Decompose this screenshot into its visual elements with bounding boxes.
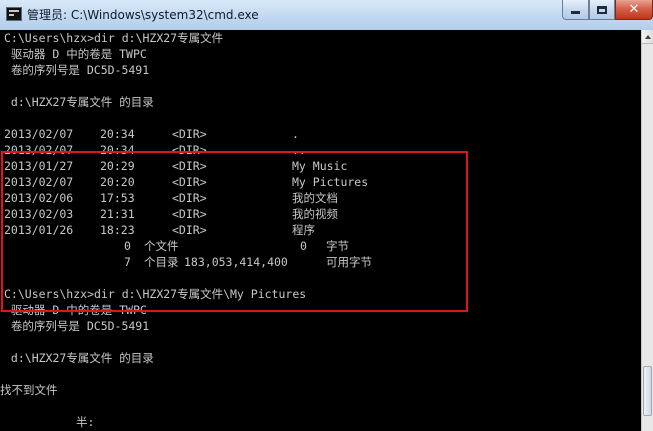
maximize-icon xyxy=(597,5,607,14)
entry-type: <DIR> xyxy=(172,127,207,141)
maximize-button[interactable] xyxy=(589,0,615,20)
entry-name: . xyxy=(292,127,299,141)
highlight-box xyxy=(1,151,468,312)
command-prompt-line: C:\Users\hzx>dir d:\HZX27专属文件 xyxy=(4,31,224,45)
minimize-button[interactable] xyxy=(562,0,589,20)
entry-date: 2013/02/07 xyxy=(4,127,74,141)
cmd-icon[interactable] xyxy=(6,7,22,21)
arrow-up-icon xyxy=(644,34,651,39)
console-output[interactable]: C:\Users\hzx>dir d:\HZX27专属文件 驱动器 D 中的卷是… xyxy=(0,30,641,431)
scroll-up-button[interactable] xyxy=(642,30,653,44)
minimize-icon xyxy=(571,11,580,14)
directory-of-line: d:\HZX27专属文件 的目录 xyxy=(4,351,154,365)
scroll-thumb[interactable] xyxy=(643,366,652,416)
ime-status-indicator: 半: xyxy=(76,415,95,429)
close-icon: ✕ xyxy=(628,2,640,17)
vertical-scrollbar[interactable] xyxy=(641,30,653,431)
volume-label-line: 驱动器 D 中的卷是 TWPC xyxy=(4,47,147,61)
window-title: 管理员: C:\Windows\system32\cmd.exe xyxy=(27,8,259,22)
serial-number-line: 卷的序列号是 DC5D-5491 xyxy=(4,63,150,77)
cmd-window: 管理员: C:\Windows\system32\cmd.exe ✕ C:\Us… xyxy=(0,0,653,431)
file-not-found-message: 找不到文件 xyxy=(0,383,58,397)
serial-number-line: 卷的序列号是 DC5D-5491 xyxy=(4,319,150,333)
close-button[interactable]: ✕ xyxy=(615,0,653,20)
directory-of-line: d:\HZX27专属文件 的目录 xyxy=(4,95,154,109)
entry-time: 20:34 xyxy=(100,127,135,141)
listing-row: 2013/02/07 20:34 <DIR> . xyxy=(4,126,299,142)
title-bar[interactable]: 管理员: C:\Windows\system32\cmd.exe ✕ xyxy=(0,0,653,30)
